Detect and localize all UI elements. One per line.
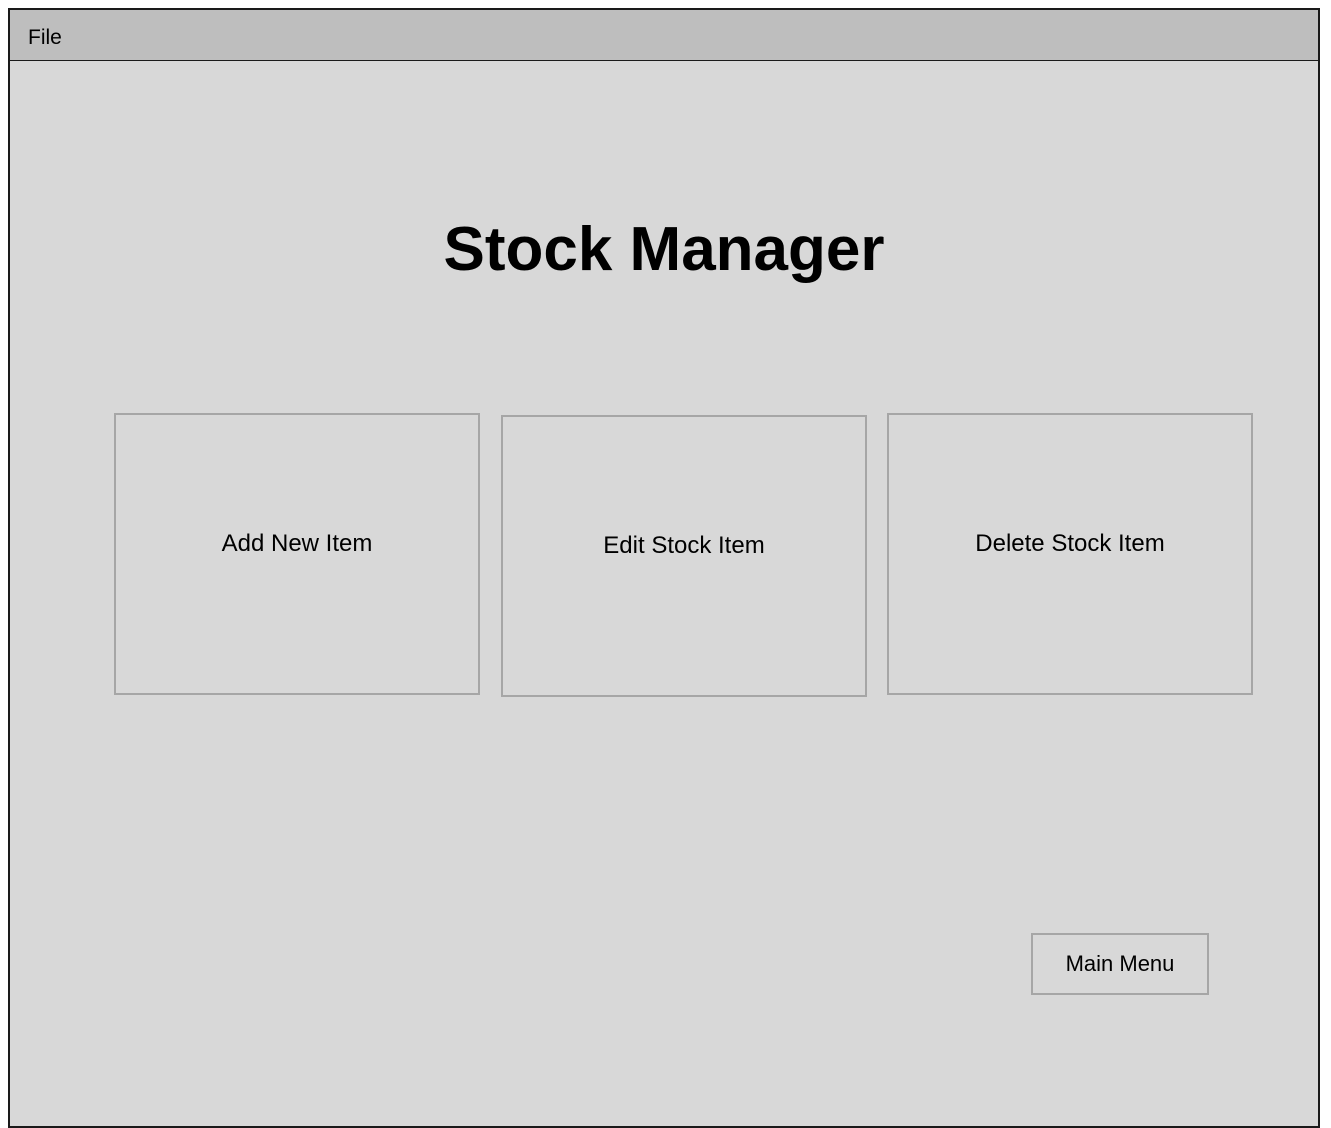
menu-bar: File [10, 10, 1318, 61]
app-window: File Stock Manager Add New Item Edit Sto… [8, 8, 1320, 1128]
main-menu-button[interactable]: Main Menu [1031, 933, 1209, 995]
edit-stock-item-button[interactable]: Edit Stock Item [501, 415, 867, 697]
add-new-item-button[interactable]: Add New Item [114, 413, 480, 695]
page-title: Stock Manager [443, 215, 885, 284]
add-new-item-label: Add New Item [221, 530, 373, 557]
menu-item-file[interactable]: File [28, 26, 62, 50]
edit-stock-item-label: Edit Stock Item [603, 532, 765, 559]
delete-stock-item-button[interactable]: Delete Stock Item [887, 413, 1253, 695]
delete-stock-item-label: Delete Stock Item [975, 530, 1165, 557]
